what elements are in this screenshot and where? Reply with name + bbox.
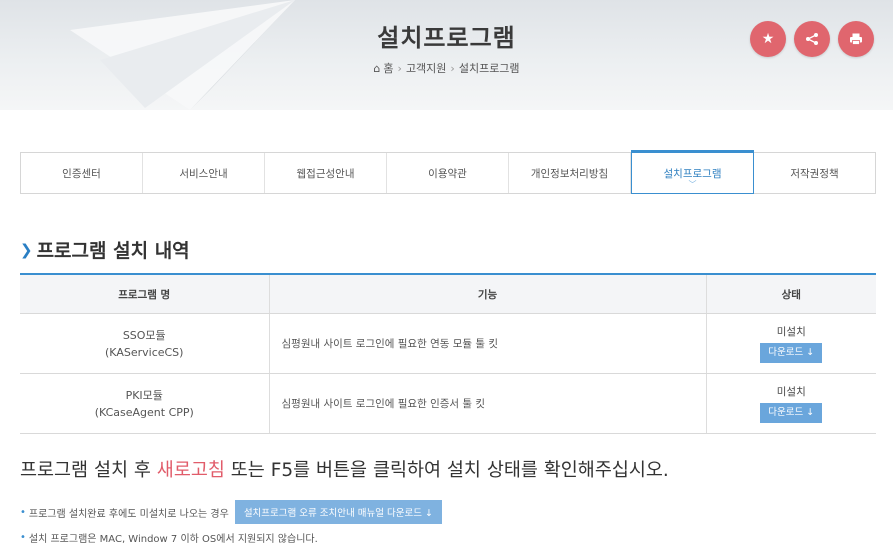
list-item: • 설치 프로그램은 MAC, Window 7 이하 OS에서 지원되지 않습…: [20, 530, 318, 545]
notice-highlight: 새로고침: [156, 460, 225, 481]
program-id: (KAServiceCS): [105, 345, 184, 359]
chevron-down-icon: ﹀: [688, 180, 697, 189]
list-item: • 프로그램 설치완료 후에도 미설치로 나오는 경우 설치프로그램 오류 조치…: [20, 500, 442, 524]
notice-text-before: 프로그램 설치 후: [20, 460, 157, 481]
status-badge: 미설치: [776, 326, 806, 338]
program-status-cell: 미설치 다운로드 ↓: [706, 313, 876, 374]
manual-download-button[interactable]: 설치프로그램 오류 조치안내 매뉴얼 다운로드 ↓: [234, 500, 442, 524]
column-header-function: 기능: [269, 274, 707, 314]
program-function: 심평원내 사이트 로그인에 필요한 연동 모듈 툴 킷: [269, 313, 707, 374]
print-icon[interactable]: [838, 21, 874, 57]
download-button[interactable]: 다운로드 ↓: [760, 403, 823, 423]
chevron-right-icon: ❯: [20, 240, 33, 259]
program-name: SSO모듈: [122, 328, 166, 342]
bullet-text: 프로그램 설치완료 후에도 미설치로 나오는 경우: [28, 508, 229, 520]
breadcrumb-support[interactable]: 고객지원: [406, 62, 446, 75]
breadcrumb: ⌂ 홈 › 고객지원 › 설치프로그램: [0, 60, 893, 76]
section-heading: ❯ 프로그램 설치 내역: [20, 236, 190, 263]
breadcrumb-home[interactable]: 홈: [383, 62, 393, 75]
chevron-right-icon: ›: [450, 62, 455, 75]
section-title: 프로그램 설치 내역: [36, 240, 190, 262]
program-name-cell: PKI모듈 (KCaseAgent CPP): [20, 373, 270, 434]
star-icon[interactable]: ★: [750, 21, 786, 57]
column-header-status: 상태: [706, 274, 876, 314]
share-icon[interactable]: [794, 21, 830, 57]
program-table: 프로그램 명 기능 상태 SSO모듈 (KAServiceCS) 심평원내 사이…: [20, 273, 876, 434]
program-id: (KCaseAgent CPP): [94, 405, 194, 419]
tab-privacy-policy[interactable]: 개인정보처리방침: [509, 153, 631, 193]
table-header-row: 프로그램 명 기능 상태: [20, 274, 876, 314]
tab-install-programs[interactable]: 설치프로그램 ﹀: [631, 150, 754, 194]
chevron-right-icon: ›: [397, 62, 402, 75]
bullet-text: 설치 프로그램은 MAC, Window 7 이하 OS에서 지원되지 않습니다…: [28, 534, 318, 545]
program-name: PKI모듈: [125, 388, 163, 402]
paper-plane-illustration: [70, 0, 295, 110]
tab-accessibility[interactable]: 웹접근성안내: [265, 153, 387, 193]
program-function: 심평원내 사이트 로그인에 필요한 인증서 툴 킷: [269, 373, 707, 434]
tab-copyright-policy[interactable]: 저작권정책: [754, 153, 875, 193]
tab-terms[interactable]: 이용약관: [387, 153, 509, 193]
notice-text-after: 또는 F5를 버튼을 클릭하여 설치 상태를 확인해주십시오.: [224, 460, 669, 481]
status-badge: 미설치: [776, 386, 806, 398]
page-actions: ★: [750, 21, 874, 57]
breadcrumb-current: 설치프로그램: [458, 62, 520, 75]
sub-navigation-tabs: 인증센터 서비스안내 웹접근성안내 이용약관 개인정보처리방침 설치프로그램 ﹀…: [20, 150, 876, 194]
page-banner: 설치프로그램 ⌂ 홈 › 고객지원 › 설치프로그램 ★: [0, 0, 893, 110]
column-header-program-name: 프로그램 명: [20, 274, 270, 314]
refresh-notice: 프로그램 설치 후 새로고침 또는 F5를 버튼을 클릭하여 설치 상태를 확인…: [20, 456, 669, 482]
bullet-icon: •: [20, 506, 26, 518]
table-row: PKI모듈 (KCaseAgent CPP) 심평원내 사이트 로그인에 필요한…: [20, 373, 876, 434]
table-row: SSO모듈 (KAServiceCS) 심평원내 사이트 로그인에 필요한 연동…: [20, 313, 876, 374]
tab-service-guide[interactable]: 서비스안내: [143, 153, 265, 193]
tab-cert-center[interactable]: 인증센터: [21, 153, 143, 193]
home-icon[interactable]: ⌂: [373, 62, 380, 75]
program-name-cell: SSO모듈 (KAServiceCS): [20, 313, 270, 374]
program-status-cell: 미설치 다운로드 ↓: [706, 373, 876, 434]
download-button[interactable]: 다운로드 ↓: [760, 343, 823, 363]
bullet-icon: •: [20, 532, 26, 543]
